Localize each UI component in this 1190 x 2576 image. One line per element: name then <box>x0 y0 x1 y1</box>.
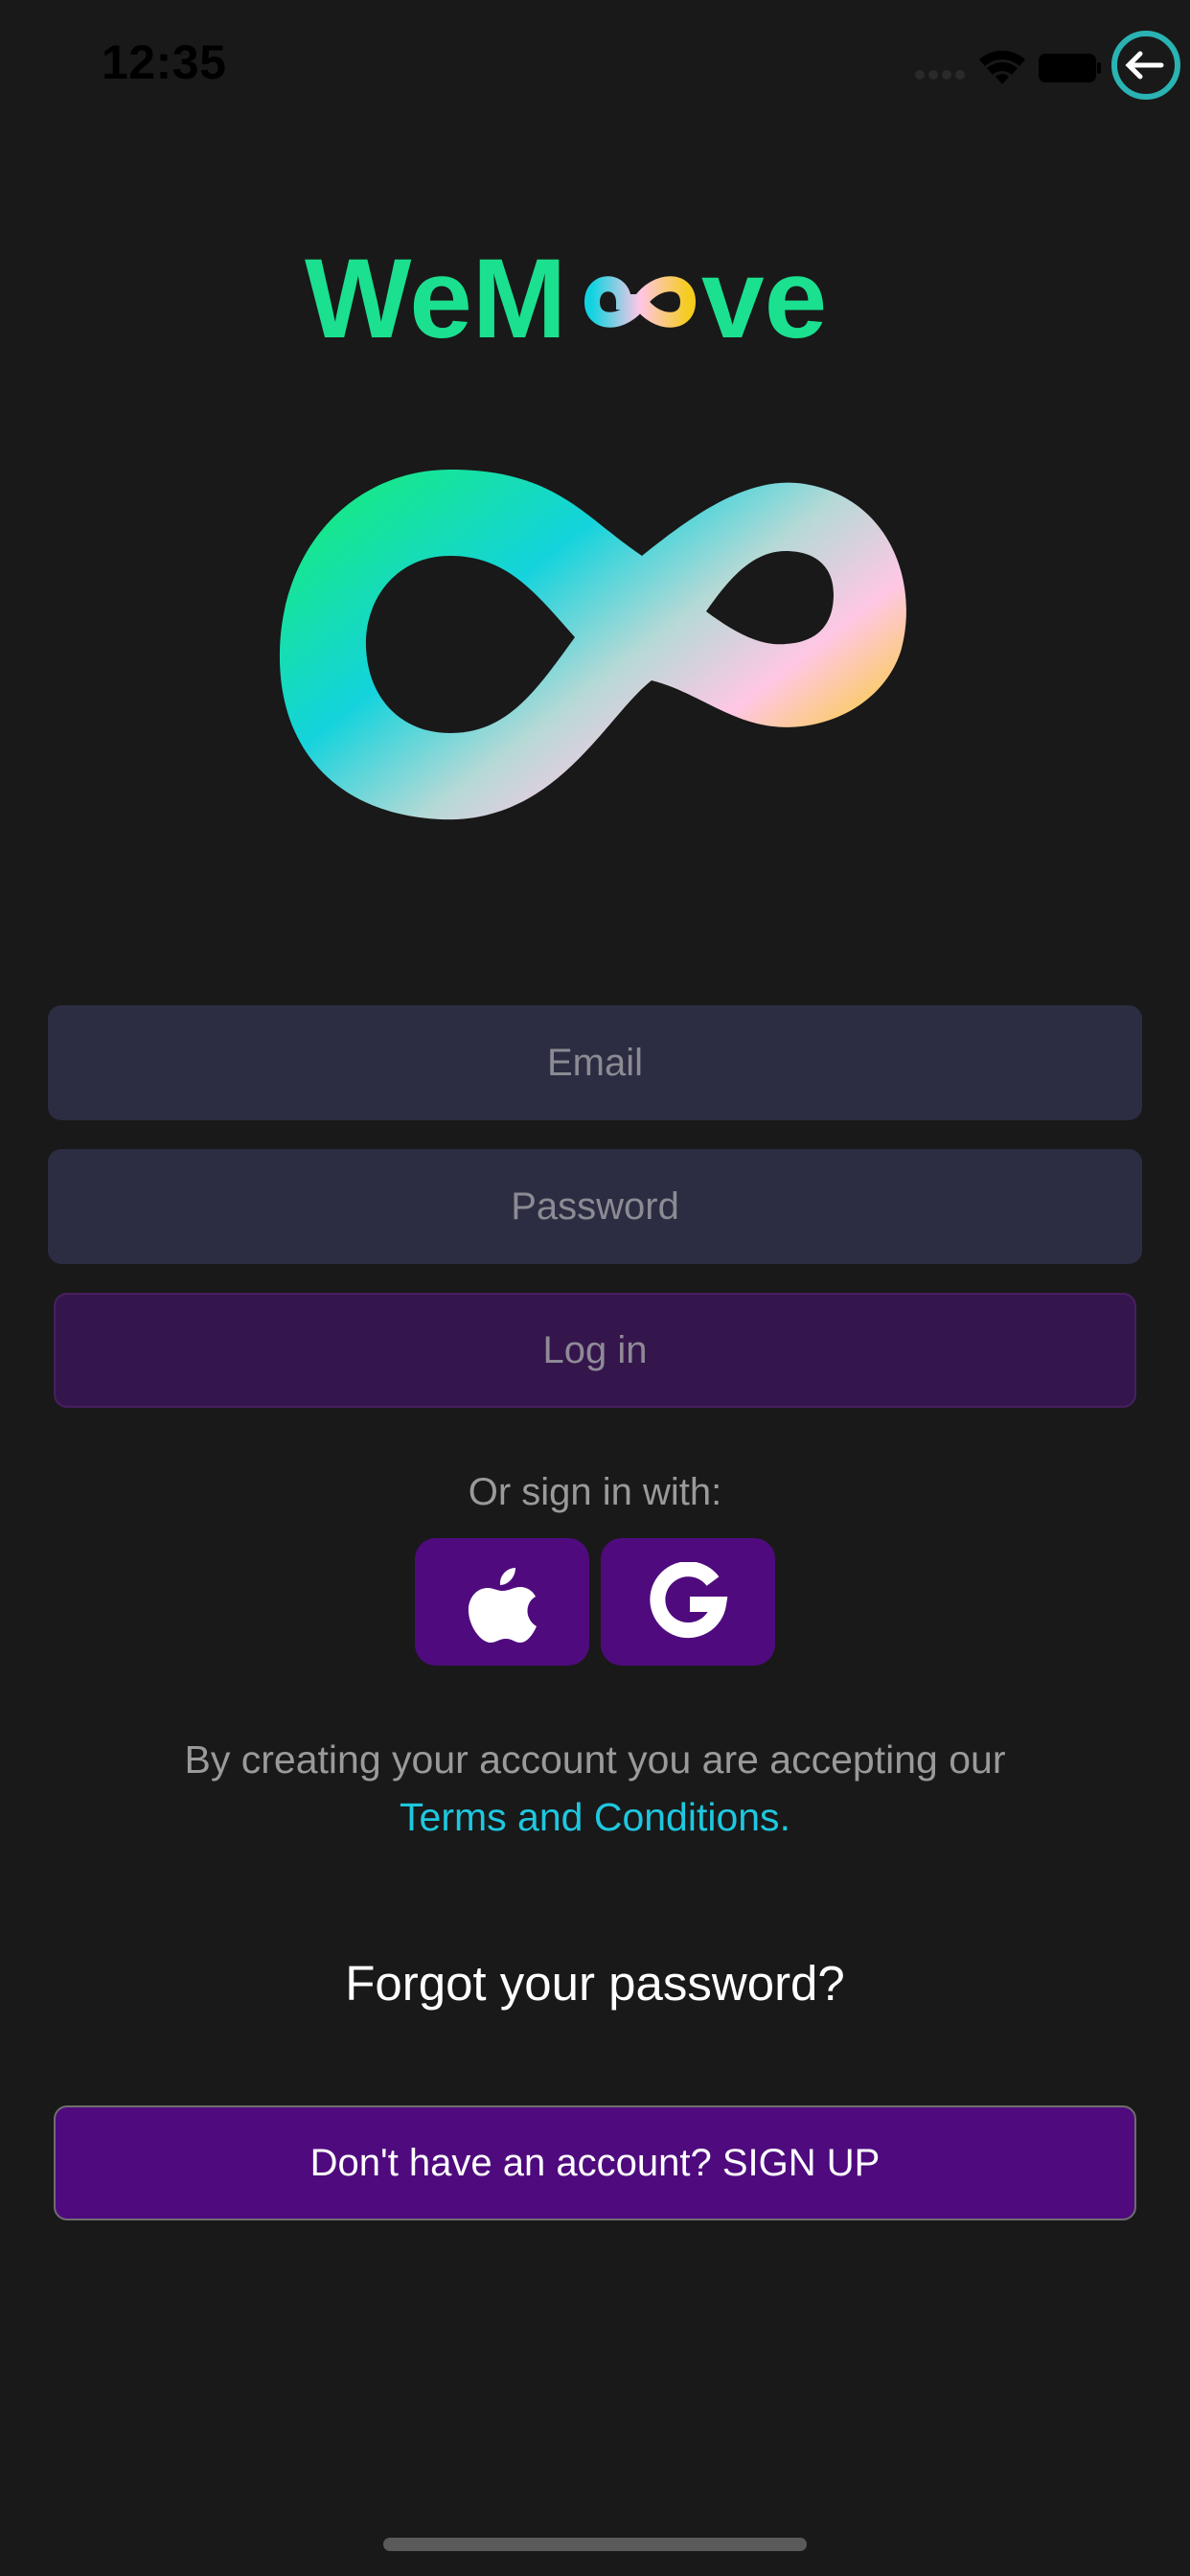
wordmark-text-start: WeM <box>305 240 566 355</box>
signup-button-label: Don't have an account? SIGN UP <box>309 2141 881 2184</box>
status-time: 12:35 <box>102 35 227 89</box>
google-icon <box>650 1561 728 1638</box>
battery-icon <box>1039 54 1101 82</box>
social-signin-prompt: Or sign in with: <box>468 1471 722 1513</box>
signal-icon <box>915 70 965 80</box>
terms-link[interactable]: Terms and Conditions <box>400 1795 780 1839</box>
apple-signin-button[interactable] <box>415 1538 589 1666</box>
apple-icon <box>468 1567 537 1643</box>
login-button-label: Log in <box>542 1328 648 1371</box>
status-icons <box>915 31 1180 100</box>
wemove-wordmark: WeM ve <box>305 240 827 355</box>
home-indicator[interactable] <box>383 2538 807 2551</box>
password-input[interactable] <box>48 1149 1142 1264</box>
terms-text: By creating your account you are accepti… <box>184 1737 1006 1782</box>
wifi-icon <box>979 50 1025 84</box>
terms-suffix: . <box>779 1795 790 1839</box>
signup-button[interactable]: Don't have an account? SIGN UP <box>54 2105 1136 2220</box>
login-button[interactable]: Log in <box>54 1293 1136 1408</box>
google-signin-button[interactable] <box>601 1538 775 1666</box>
terms-line: Terms and Conditions. <box>0 1795 1190 1840</box>
infinity-logo-icon <box>279 470 906 820</box>
accessibility-icon[interactable] <box>1111 31 1180 100</box>
wordmark-infinity-icon <box>584 276 697 328</box>
email-input[interactable] <box>48 1005 1142 1120</box>
forgot-password-link[interactable]: Forgot your password? <box>0 1955 1190 2012</box>
wordmark-text-end: ve <box>701 240 827 355</box>
